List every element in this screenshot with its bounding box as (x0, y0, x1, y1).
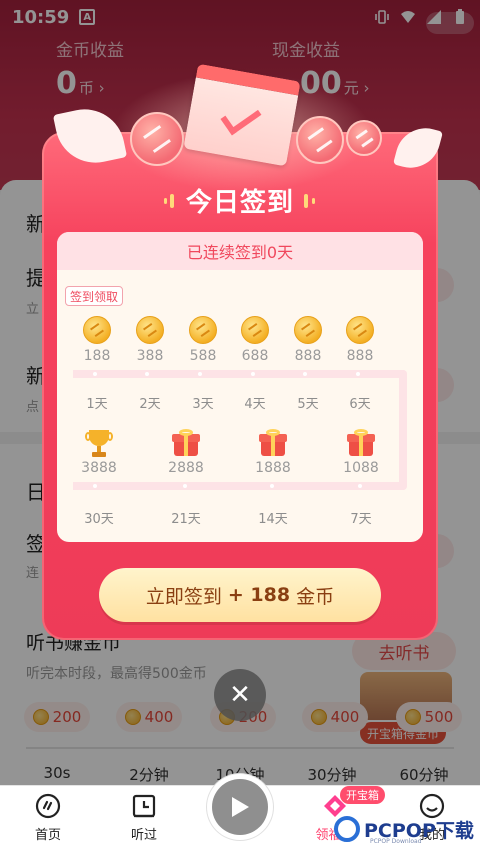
track-dot (93, 372, 97, 376)
track-dot (270, 484, 274, 488)
close-dialog-button[interactable]: ✕ (214, 669, 266, 721)
title-right-ornament (304, 194, 316, 208)
watermark-circle-icon (334, 816, 360, 842)
sign-in-dialog: 今日签到 已连续签到0天 签到领取 188 388 588 688 888 88… (42, 72, 438, 640)
decor-coin-icon (130, 112, 184, 166)
title-left-ornament (164, 194, 176, 208)
gift-icon (172, 429, 200, 456)
gift-icon (259, 429, 287, 456)
day2-label: 2天 (139, 397, 161, 412)
day5-label: 5天 (297, 397, 319, 412)
day14-amount: 1888 (255, 460, 291, 476)
day2-coin-icon (136, 316, 164, 344)
track-dot (183, 484, 187, 488)
day4-amount: 688 (241, 348, 269, 364)
day14-label: 14天 (258, 512, 288, 527)
day1-amount: 188 (83, 348, 111, 364)
decor-coin-icon (296, 116, 344, 164)
day30-amount: 3888 (81, 460, 117, 476)
cta-amount: + 188 (227, 584, 291, 606)
calendar-check-icon (183, 63, 301, 167)
day21-amount: 2888 (168, 460, 204, 476)
day7-amount: 1088 (343, 460, 379, 476)
track-dot (358, 484, 362, 488)
sign-in-tag: 签到领取 (65, 286, 124, 306)
track-dot (251, 372, 255, 376)
home-icon (34, 792, 62, 820)
day5-amount: 888 (294, 348, 322, 364)
track-dot (93, 484, 97, 488)
track-dot (198, 372, 202, 376)
day6-label: 6天 (349, 397, 371, 412)
day3-coin-icon (189, 316, 217, 344)
day4-coin-icon (241, 316, 269, 344)
watermark-subtext: PCPOP Download (370, 838, 422, 845)
sign-in-calendar-card: 已连续签到0天 签到领取 188 388 588 688 888 888 1天 … (57, 232, 423, 542)
history-icon (130, 792, 158, 820)
gift-icon (347, 429, 375, 456)
trophy-icon (85, 430, 113, 458)
day5-coin-icon (294, 316, 322, 344)
track-dot (303, 372, 307, 376)
day1-label: 1天 (86, 397, 108, 412)
day7-label: 7天 (350, 512, 372, 527)
day30-label: 30天 (84, 512, 114, 527)
day6-coin-icon (346, 316, 374, 344)
day4-label: 4天 (244, 397, 266, 412)
day21-label: 21天 (171, 512, 201, 527)
cta-suffix: 金币 (296, 585, 335, 608)
nav-item-home[interactable]: 首页 (13, 792, 83, 843)
streak-text: 已连续签到0天 (57, 232, 423, 270)
sign-in-now-button[interactable]: 立即签到 + 188 金币 (99, 568, 381, 622)
treasure-badge: 开宝箱 (340, 786, 385, 804)
day3-label: 3天 (192, 397, 214, 412)
cta-prefix: 立即签到 (145, 585, 222, 608)
day2-amount: 388 (136, 348, 164, 364)
dialog-title: 今日签到 (185, 188, 294, 218)
decor-coin-icon (346, 120, 382, 156)
nav-label-history: 听过 (130, 828, 157, 843)
day1-coin-icon (83, 316, 111, 344)
nav-label-home: 首页 (34, 828, 61, 843)
track-dot (145, 372, 149, 376)
play-icon (212, 779, 268, 835)
track-dot (356, 372, 360, 376)
day6-amount: 888 (346, 348, 374, 364)
nav-item-history[interactable]: 听过 (109, 792, 179, 843)
day3-amount: 588 (189, 348, 217, 364)
player-button[interactable] (207, 774, 273, 840)
